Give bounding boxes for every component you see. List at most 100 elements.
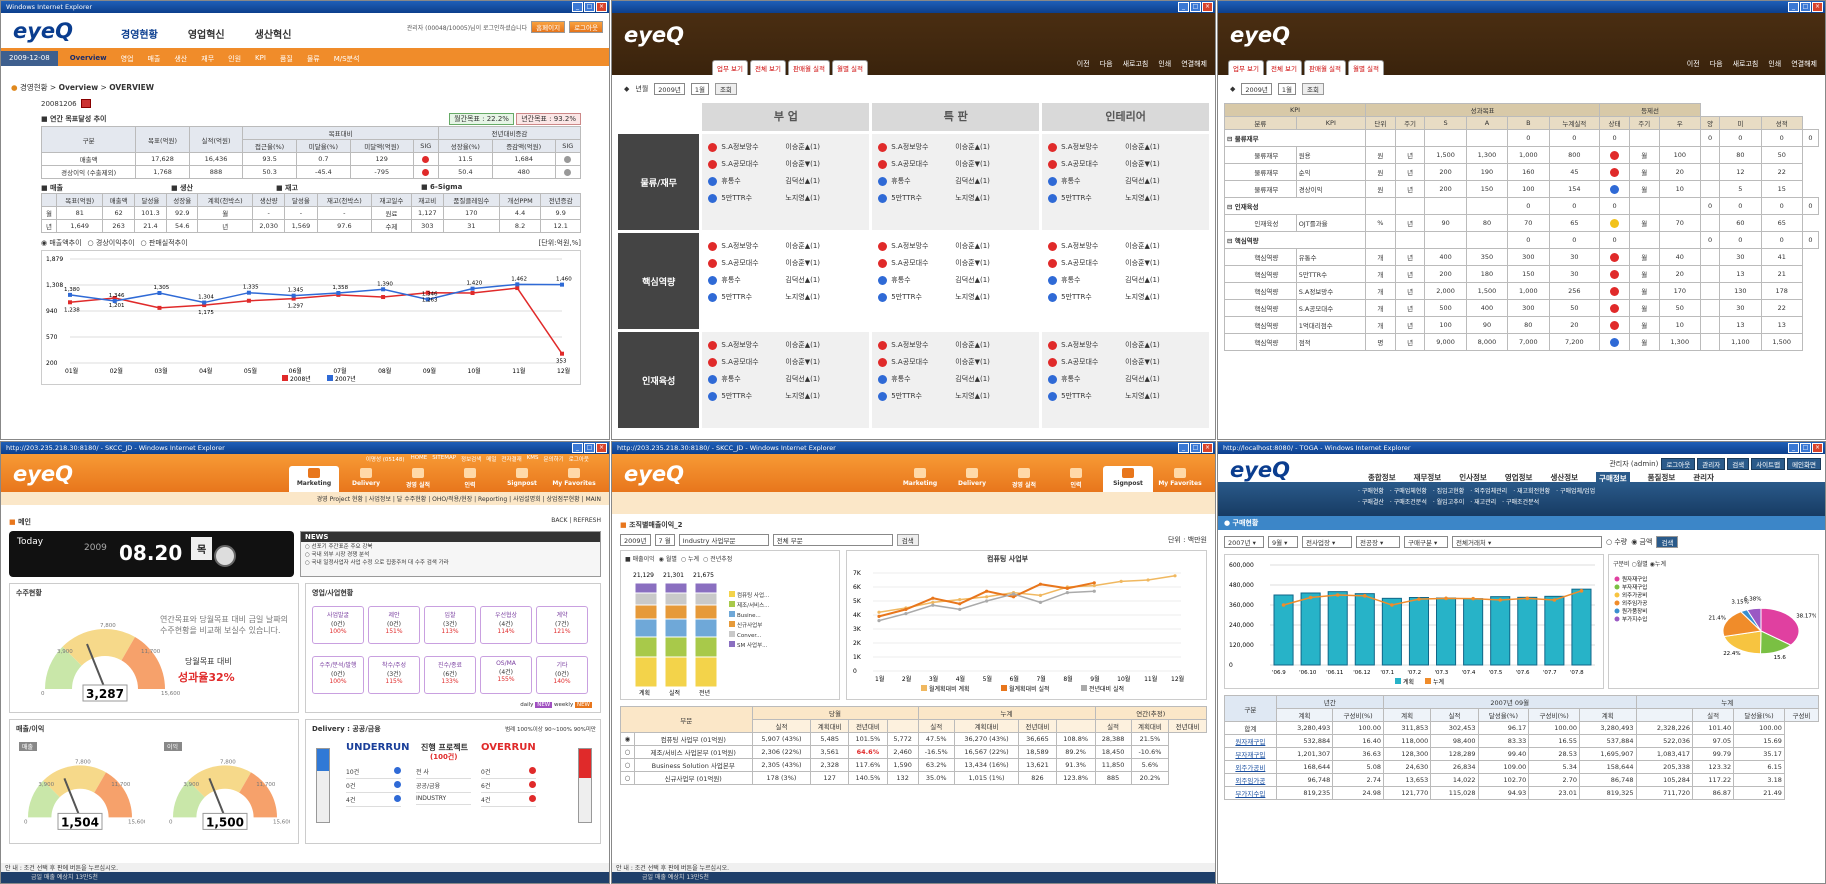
kpi-item[interactable]: S.A정보망수 이승훈▲(1) (708, 142, 863, 152)
view-tab-3[interactable]: 월별 실적 (831, 60, 868, 75)
minimize-button[interactable]: _ (1178, 443, 1189, 453)
chart-radio[interactable]: ○ 전년추정 (703, 556, 732, 563)
view-tab-0[interactable]: 업무 보기 (1228, 60, 1264, 75)
kpi-item[interactable]: S.A정보망수 이승훈▲(1) (1048, 142, 1203, 152)
radio-amount[interactable]: ◉ 금액 (1631, 537, 1652, 547)
nav-item-4[interactable]: Signpost (1103, 466, 1153, 492)
top-menu-item[interactable]: 정보검색 (461, 455, 481, 463)
table-row[interactable]: 외주임가공 96,748 2.74 13,653 14,022 102.70 2.70 86,… (1224, 773, 1819, 787)
cell[interactable]: 외주가공비 (1224, 760, 1277, 774)
maximize-button[interactable]: □ (1190, 2, 1201, 12)
nav-link-4[interactable]: 연결해제 (1181, 59, 1207, 69)
kpi-link[interactable]: 유통수 (1295, 248, 1366, 266)
group-label[interactable]: ⊟ 물류재무 (1224, 129, 1366, 147)
calendar-icon[interactable] (80, 99, 91, 108)
top-menu-item[interactable]: KMS (527, 455, 539, 463)
kpi-item[interactable]: 휴통수 김덕선▲(1) (878, 176, 1033, 186)
kpi-item[interactable]: S.A정보망수 이승훈▲(1) (1048, 241, 1203, 251)
top-menu-item[interactable]: 메일 (486, 455, 496, 463)
table-row[interactable]: ○ Business Solution 사업본부 2,305 (43%) 2,328 1… (620, 758, 1207, 772)
kpi-item[interactable]: 5만TTR수 노지영▲(1) (878, 193, 1033, 203)
nav-link-3[interactable]: 인쇄 (1768, 59, 1781, 69)
table-row[interactable]: 핵심역량 1억대리점수 개 년 100 90 80 20 월 10 13 13 (1224, 316, 1819, 334)
close-button[interactable]: × (596, 443, 607, 453)
sub-menu-item[interactable]: · 구매업체현황 (1390, 486, 1427, 495)
kpi-item[interactable]: S.A공모대수 이승훈▼(1) (708, 258, 863, 268)
maximize-button[interactable]: □ (1800, 443, 1811, 453)
kpi-item[interactable]: S.A정보망수 이승훈▲(1) (878, 340, 1033, 350)
kpi-item[interactable]: 휴통수 김덕선▲(1) (708, 275, 863, 285)
table-row[interactable]: 핵심역량 S.A정보망수 개 년 2,000 1,500 1,000 256 월 170 130 17… (1224, 282, 1819, 300)
sub-menu-item[interactable]: · 구매현황 (1358, 486, 1384, 495)
kpi-link[interactable]: 경상이익 (1295, 180, 1366, 198)
minimize-button[interactable]: _ (1788, 443, 1799, 453)
table-row[interactable]: 부자재구입 1,201,307 36.63 128,300 128,289 99.40 28… (1224, 747, 1819, 761)
subnav-item[interactable]: 영업 (121, 54, 134, 64)
nav-link-4[interactable]: 연결해제 (1791, 59, 1817, 69)
kpi-link[interactable]: OJT를과율 (1295, 214, 1366, 232)
kpi-item[interactable]: S.A공모대수 이승훈▼(1) (878, 357, 1033, 367)
filter-select-3[interactable]: 전공장 ▾ (1356, 536, 1400, 548)
maximize-button[interactable]: □ (584, 2, 595, 12)
kpi-item[interactable]: 5만TTR수 노지영▲(1) (1048, 391, 1203, 401)
subnav-item[interactable]: M/S분석 (334, 54, 360, 64)
view-tab-1[interactable]: 전체 보기 (750, 60, 786, 75)
nav-item-3[interactable]: 인력 (445, 466, 495, 492)
kpi-item[interactable]: S.A공모대수 이승훈▼(1) (878, 159, 1033, 169)
table-row[interactable]: ⊟ 인재육성 0 0 0 0 0 0 0 (1224, 197, 1820, 215)
subnav-item[interactable]: 재무 (201, 54, 214, 64)
logout-button[interactable]: 로그아웃 (569, 21, 603, 33)
nav-link-2[interactable]: 새로고침 (1733, 59, 1759, 69)
month-select[interactable]: 7 월 (654, 534, 675, 546)
kpi-link[interactable]: 순익 (1295, 163, 1366, 181)
group-label[interactable]: ⊟ 핵심역량 (1224, 231, 1366, 249)
filter-select-1[interactable]: 9월 ▾ (1268, 536, 1298, 548)
kpi-item[interactable]: 휴통수 김덕선▲(1) (878, 374, 1033, 384)
kpi-item[interactable]: 5만TTR수 노지영▲(1) (1048, 292, 1203, 302)
table-row[interactable]: 핵심역량 S.A공모대수 개 년 500 400 300 50 월 50 30 22 (1224, 299, 1819, 317)
delivery-row[interactable]: 6건 (481, 779, 536, 793)
view-tab-2[interactable]: 판매월 실적 (788, 60, 830, 75)
filter-select-5[interactable]: 전체거래처 ▾ (1452, 536, 1602, 548)
top-tab-0[interactable]: 경영현황 (121, 26, 158, 41)
kpi-item[interactable]: 5만TTR수 노지영▲(1) (878, 391, 1033, 401)
kpi-link[interactable]: 1억대리점수 (1295, 316, 1366, 334)
kpi-item[interactable]: 5만TTR수 노지영▲(1) (878, 292, 1033, 302)
biz-stage[interactable]: 제안 (0건) 151% (368, 606, 420, 644)
kpi-item[interactable]: 휴통수 김덕선▲(1) (878, 275, 1033, 285)
nav-item-2[interactable]: 경영 실적 (999, 466, 1049, 492)
table-row[interactable]: 물류재무 원용 원 년 1,500 1,300 1,000 800 월 100 80 50 (1224, 146, 1819, 164)
month-select[interactable]: 1월 (1277, 83, 1297, 95)
search-button[interactable]: 조회 (714, 83, 737, 95)
delivery-row[interactable]: 전 사 (416, 765, 471, 779)
kpi-item[interactable]: S.A정보망수 이승훈▲(1) (708, 340, 863, 350)
kpi-item[interactable]: S.A공모대수 이승훈▼(1) (878, 258, 1033, 268)
view-tab-2[interactable]: 판매월 실적 (1304, 60, 1346, 75)
biz-stage[interactable]: OS/MA (4건) 155% (480, 656, 532, 694)
group-label[interactable]: ⊟ 인재육성 (1224, 197, 1366, 215)
top-menu-item[interactable]: 로그아웃 (569, 455, 589, 463)
top-button-1[interactable]: 관리자 (1697, 458, 1726, 470)
close-button[interactable]: × (1202, 443, 1213, 453)
cell[interactable]: 부자재구입 (1224, 747, 1277, 761)
back-button[interactable]: BACK (551, 517, 567, 524)
biz-stage[interactable]: 수주/분석/발행 (0건) 100% (312, 656, 364, 694)
chart-radio[interactable]: ○ 누계 (681, 556, 699, 563)
minimize-button[interactable]: _ (1178, 2, 1189, 12)
table-row[interactable]: 핵심역량 5만TTR수 개 년 200 180 150 30 월 20 13 21 (1224, 265, 1819, 283)
biz-stage[interactable]: 진수/종료 (6건) 133% (424, 656, 476, 694)
table-row[interactable]: 부가지수입 819,235 24.98 121,770 115,028 94.93 23.0… (1224, 786, 1819, 800)
delivery-row[interactable]: 10건 (346, 765, 401, 779)
table-row[interactable]: ○ 신규사업부 (01억원) 178 (3%) 127 140.5% 132 35.0% 1,… (620, 771, 1207, 785)
delivery-row[interactable]: 4건 (481, 793, 536, 807)
close-button[interactable]: × (596, 2, 607, 12)
month-select[interactable]: 1월 (690, 83, 709, 95)
delivery-row[interactable]: 0건 (346, 779, 401, 793)
news-item[interactable]: ○ 선포기 주간표준 주요 강북 (305, 543, 596, 551)
top-menu-item[interactable]: SITEMAP (432, 455, 456, 463)
biz-stage[interactable]: 계약 (7건) 121% (536, 606, 588, 644)
filter-select-4[interactable]: 구매구분 ▾ (1404, 536, 1448, 548)
close-button[interactable]: × (1812, 2, 1823, 12)
cell[interactable]: 합계 (1224, 721, 1277, 735)
top-tab-2[interactable]: 생산혁신 (255, 26, 292, 41)
